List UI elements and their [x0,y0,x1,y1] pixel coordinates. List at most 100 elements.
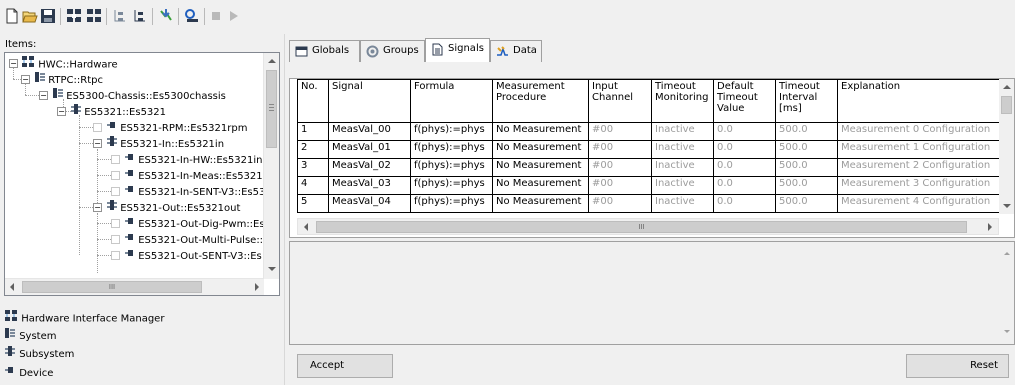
hierarchy-add-icon[interactable] [66,8,82,24]
tree-item-es5321-in-meas[interactable]: ES5321-In-Meas::Es5321i [9,167,265,183]
tree-item-es5321-in-hw[interactable]: ES5321-In-HW::Es5321inl [9,151,265,167]
tree-horizontal-scrollbar[interactable]: III [5,278,264,295]
cell-input-channel[interactable]: #00 [588,140,652,159]
collapse-toggle[interactable]: − [57,107,66,116]
cell-formula[interactable]: f(phys):=phys [410,140,493,159]
table-row[interactable]: 1 MeasVal_00 f(phys):=phys No Measuremen… [297,122,1003,141]
collapse-toggle[interactable]: − [9,59,18,68]
cell-formula[interactable]: f(phys):=phys [410,158,493,177]
grid-horizontal-scrollbar[interactable]: III [297,218,999,235]
cell-no[interactable]: 3 [297,158,329,177]
cell-explanation[interactable]: Measurement 4 Configuration [837,194,1003,213]
scroll-down-arrow-icon[interactable] [268,267,276,271]
scroll-right-arrow-icon[interactable] [255,283,259,291]
cell-timeout-monitoring[interactable]: Inactive [651,194,714,213]
cell-signal[interactable]: MeasVal_02 [328,158,411,177]
play-icon[interactable] [226,8,242,24]
cell-explanation[interactable]: Measurement 1 Configuration [837,140,1003,159]
cell-signal[interactable]: MeasVal_03 [328,176,411,195]
table-row[interactable]: 2 MeasVal_01 f(phys):=phys No Measuremen… [297,140,1003,159]
cell-input-channel[interactable]: #00 [588,194,652,213]
cell-timeout-monitoring[interactable]: Inactive [651,140,714,159]
panel-splitter[interactable] [284,34,285,385]
scroll-up-arrow-icon[interactable] [268,59,276,63]
column-header-explanation[interactable]: Explanation [837,79,1003,123]
details-pane[interactable] [289,241,1015,345]
collapse-toggle[interactable]: − [93,203,102,212]
cell-measurement-procedure[interactable]: No Measurement [492,194,589,213]
tab-groups[interactable]: Groups [360,40,425,62]
cell-timeout-monitoring[interactable]: Inactive [651,122,714,141]
hardware-tree[interactable]: − HWC::Hardware − RTPC::Rtpc − ES5300-Ch… [4,52,280,296]
cell-input-channel[interactable]: #00 [588,176,652,195]
cell-default-timeout-value[interactable]: 0.0 [713,158,776,177]
cell-formula[interactable]: f(phys):=phys [410,176,493,195]
cell-no[interactable]: 5 [297,194,329,213]
hierarchy-remove-icon[interactable] [86,8,102,24]
tree-item-es5321-out-dig-pwm[interactable]: ES5321-Out-Dig-Pwm::Es [9,215,265,231]
cell-input-channel[interactable]: #00 [588,158,652,177]
tab-data[interactable]: Data [490,40,542,62]
table-row[interactable]: 3 MeasVal_02 f(phys):=phys No Measuremen… [297,158,1003,177]
collapse-toggle[interactable]: − [93,139,102,148]
cell-input-channel[interactable]: #00 [588,122,652,141]
tree-item-hwc-hardware[interactable]: − HWC::Hardware [9,55,118,71]
table-row[interactable]: 5 MeasVal_04 f(phys):=phys No Measuremen… [297,194,1003,213]
tree-hscroll-thumb[interactable]: III [22,281,202,293]
column-header-timeout-interval[interactable]: Timeout Interval [ms] [775,79,838,123]
cell-no[interactable]: 2 [297,140,329,159]
cell-timeout-monitoring[interactable]: Inactive [651,158,714,177]
collapse-all-icon[interactable] [132,8,148,24]
cell-measurement-procedure[interactable]: No Measurement [492,122,589,141]
tab-signals[interactable]: Signals [425,38,490,62]
stop-icon[interactable] [208,8,224,24]
scroll-up-arrow-icon[interactable] [1004,252,1010,255]
collapse-toggle[interactable]: − [39,91,48,100]
tree-item-es5321[interactable]: − ES5321::Es5321 [9,103,166,119]
cell-formula[interactable]: f(phys):=phys [410,122,493,141]
cell-timeout-interval[interactable]: 500.0 [775,158,838,177]
new-icon[interactable] [4,8,20,24]
cell-timeout-interval[interactable]: 500.0 [775,122,838,141]
cell-default-timeout-value[interactable]: 0.0 [713,176,776,195]
cell-timeout-monitoring[interactable]: Inactive [651,176,714,195]
tree-item-es5321-out-multi-pulse[interactable]: ES5321-Out-Multi-Pulse::E [9,231,269,247]
column-header-timeout-monitoring[interactable]: Timeout Monitoring [651,79,714,123]
cell-default-timeout-value[interactable]: 0.0 [713,140,776,159]
cell-no[interactable]: 1 [297,122,329,141]
cell-signal[interactable]: MeasVal_04 [328,194,411,213]
tree-item-es5321-out-sent-v3[interactable]: ES5321-Out-SENT-V3::Es [9,247,262,263]
tree-item-rtpc[interactable]: − RTPC::Rtpc [9,71,103,87]
cell-explanation[interactable]: Measurement 3 Configuration [837,176,1003,195]
cell-formula[interactable]: f(phys):=phys [410,194,493,213]
column-header-no[interactable]: No. [297,79,329,123]
scroll-left-arrow-icon[interactable] [304,223,308,231]
table-row[interactable]: 4 MeasVal_03 f(phys):=phys No Measuremen… [297,176,1003,195]
reset-button[interactable]: Reset [906,354,1009,378]
scroll-up-arrow-icon[interactable] [1003,85,1011,89]
cell-default-timeout-value[interactable]: 0.0 [713,194,776,213]
cell-measurement-procedure[interactable]: No Measurement [492,140,589,159]
scroll-left-arrow-icon[interactable] [10,283,14,291]
cell-signal[interactable]: MeasVal_00 [328,122,411,141]
tree-item-es5321-in[interactable]: − ES5321-In::Es5321in [9,135,224,151]
cell-timeout-interval[interactable]: 500.0 [775,176,838,195]
tree-vertical-scrollbar[interactable] [263,53,279,279]
grid-vscroll-thumb[interactable] [1001,96,1012,114]
tree-item-es5321-out[interactable]: − ES5321-Out::Es5321out [9,199,240,215]
cell-signal[interactable]: MeasVal_01 [328,140,411,159]
cell-measurement-procedure[interactable]: No Measurement [492,158,589,177]
download-icon[interactable] [158,8,174,24]
signals-grid[interactable]: No. Signal Formula Measurement Procedure… [297,79,1003,213]
cell-timeout-interval[interactable]: 500.0 [775,194,838,213]
column-header-default-timeout-value[interactable]: Default Timeout Value [713,79,776,123]
accept-button[interactable]: Accept [297,354,393,378]
tree-item-es5300-chassis[interactable]: − ES5300-Chassis::Es5300chassis [9,87,226,103]
grid-hscroll-thumb[interactable]: III [316,221,967,233]
tree-item-es5321-rpm[interactable]: ES5321-RPM::Es5321rpm [9,119,247,135]
column-header-input-channel[interactable]: Input Channel [588,79,652,123]
cell-explanation[interactable]: Measurement 0 Configuration [837,122,1003,141]
cell-default-timeout-value[interactable]: 0.0 [713,122,776,141]
scroll-down-arrow-icon[interactable] [1004,330,1010,333]
save-icon[interactable] [40,8,56,24]
